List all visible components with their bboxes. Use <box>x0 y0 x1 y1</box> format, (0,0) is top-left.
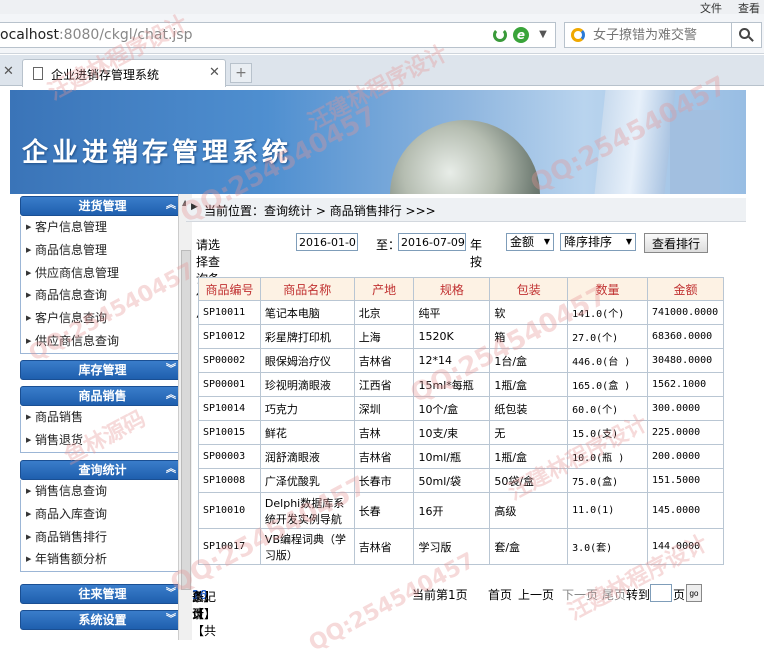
sidebar-section-stats[interactable]: 查询统计 ︽ <box>20 460 185 480</box>
last-page-link[interactable]: 尾页 <box>602 586 626 603</box>
col-header-package: 包装 <box>489 277 569 301</box>
header-banner: 企业进销存管理系统 <box>10 90 746 194</box>
tab-title: 企业进销存管理系统 <box>51 68 160 82</box>
chevron-up-icon: ︽ <box>166 464 176 475</box>
chevron-down-icon: ▼ <box>625 237 632 246</box>
building-image <box>594 90 676 194</box>
search-engine-logo-icon[interactable] <box>571 28 585 42</box>
chevron-down-icon[interactable]: ▼ <box>535 27 551 43</box>
chevron-down-icon: ︾ <box>166 588 176 599</box>
view-ranking-button[interactable]: 查看排行 <box>644 233 708 253</box>
system-title: 企业进销存管理系统 <box>22 138 293 168</box>
sidebar-item-sales-query[interactable]: ▶ 销售信息查询 <box>21 480 184 503</box>
col-header-amount: 金额 <box>646 277 725 301</box>
col-header-quantity: 数量 <box>567 277 648 301</box>
chevron-up-icon: ︽ <box>166 200 176 211</box>
sidebar-item-sales[interactable]: ▶ 商品销售 <box>21 406 184 429</box>
sort-field-select[interactable]: 金额 ▼ <box>506 233 554 251</box>
tab-close-icon[interactable]: ✕ <box>209 65 220 80</box>
sidebar-section-stats-items: ▶ 销售信息查询 ▶ 商品入库查询 ▶ 商品销售排行 ▶ 年销售额分析 <box>20 480 185 573</box>
go-button[interactable]: go <box>686 584 702 602</box>
sidebar-section-purchase[interactable]: 进货管理 ︽ <box>20 196 185 216</box>
goto-page-input[interactable] <box>650 584 672 602</box>
sidebar-section-accounts[interactable]: 往来管理 ︾ <box>20 584 185 604</box>
col-header-spec: 规格 <box>413 277 491 301</box>
sidebar-item-customer-manage[interactable]: ▶ 客户信息管理 <box>21 216 184 239</box>
table-header-row: 商品编号 商品名称 产地 规格 包装 数量 金额 <box>198 277 725 301</box>
prev-page-link[interactable]: 上一页 <box>518 586 554 603</box>
chevron-down-icon: ︾ <box>166 364 176 375</box>
sidebar-section-stock[interactable]: 库存管理 ︾ <box>20 360 185 380</box>
next-page-link[interactable]: 下一页 <box>562 586 598 603</box>
tab-strip: ✕ 企业进销存管理系统 ✕ + <box>0 55 764 87</box>
col-header-origin: 产地 <box>353 277 415 301</box>
globe-image <box>390 120 540 194</box>
sales-ranking-table: 商品编号 商品名称 产地 规格 包装 数量 金额 SP10011 笔记本电脑 北京纯… <box>198 277 725 565</box>
chevron-up-icon: ︽ <box>166 390 176 401</box>
browser-menubar: 文件 查看 <box>0 0 764 15</box>
sidebar-item-sales-ranking[interactable]: ▶ 商品销售排行 <box>21 526 184 549</box>
page-unit-label: 页 <box>673 588 686 602</box>
filter-label-to: 至： <box>376 238 401 252</box>
sidebar-item-customer-query[interactable]: ▶ 客户信息查询 <box>21 307 184 330</box>
breadcrumb-arrow-icon: ▶ <box>191 202 198 212</box>
browser-search-box[interactable] <box>564 22 732 48</box>
tab-active[interactable]: 企业进销存管理系统 ✕ <box>22 59 226 87</box>
table-row: SP00002 眼保姆治疗仪 吉林省 12*14 1台/盒 446.0(台 ) 30480.… <box>198 348 725 373</box>
table-row: SP10014 巧克力 深圳 10个/盒 纸包装 60.0(个) 300.0000 <box>198 396 725 421</box>
sidebar-item-sales-return[interactable]: ▶ 销售退货 <box>21 429 184 452</box>
table-row: SP10017 VB编程词典（学习版） 吉林省 学习版 套/盒 3.0(套) 144.000… <box>198 528 725 565</box>
sidebar-section-settings[interactable]: 系统设置 ︾ <box>20 610 185 630</box>
sidebar-item-stockin-query[interactable]: ▶ 商品入库查询 <box>21 503 184 526</box>
date-to-input[interactable] <box>398 233 466 251</box>
table-row: SP10015 鲜花 吉林 10支/束无 15.0(支) 225.0000 <box>198 420 725 445</box>
chevron-down-icon: ▼ <box>543 237 550 246</box>
browser-search-input[interactable] <box>593 26 729 44</box>
sidebar-section-sales-items: ▶ 商品销售 ▶ 销售退货 <box>20 406 185 453</box>
address-bar-row: ocalhost:8080/ckgl/chat.jsp e ▼ <box>0 14 764 54</box>
table-row: SP00003 润舒滴眼液 吉林省 10ml/瓶 1瓶/盒 10.0(瓶 ) 200.000… <box>198 444 725 469</box>
sidebar-item-annual-analysis[interactable]: ▶ 年销售额分析 <box>21 548 184 571</box>
sidebar-item-goods-manage[interactable]: ▶ 商品信息管理 <box>21 239 184 262</box>
refresh-icon[interactable] <box>493 28 507 42</box>
sidebar-scrollbar[interactable]: ▲ <box>178 194 192 640</box>
table-row: SP10010 Delphi数据库系统开发实例导航 长春 16开 高级 11.0(1) 14… <box>198 492 725 529</box>
sidebar-section-purchase-items: ▶ 客户信息管理 ▶ 商品信息管理 ▶ 供应商信息管理 ▶ 商品信息查询 ▶ 客户信息查询… <box>20 216 185 354</box>
page-icon <box>33 67 43 80</box>
table-row: SP10012 彩星牌打印机 上海 1520K 箱 27.0(个) 68360.0000 <box>198 324 725 349</box>
table-row: SP10008 广泽优酸乳 长春市 50ml/袋 50袋/盒 75.0(盒) 151.500… <box>198 468 725 493</box>
search-button[interactable] <box>732 22 762 48</box>
chevron-down-icon: ︾ <box>166 614 176 625</box>
breadcrumb: ▶ 当前位置：查询统计 > 商品销售排行 >>> <box>186 198 746 222</box>
close-icon[interactable]: ✕ <box>3 64 14 79</box>
sidebar-item-supplier-manage[interactable]: ▶ 供应商信息管理 <box>21 262 184 285</box>
col-header-name: 商品名称 <box>259 277 355 301</box>
breadcrumb-current: 商品销售排行 <box>329 204 402 218</box>
col-header-code: 商品编号 <box>198 277 261 301</box>
sidebar-section-sales[interactable]: 商品销售 ︽ <box>20 386 185 406</box>
address-url[interactable]: ocalhost:8080/ckgl/chat.jsp <box>0 27 193 43</box>
pagination: 总计 16 条记录，【共 2 页】【 10 条/页】 当前第1页 首页 上一页 下一页 尾… <box>192 584 752 638</box>
sidebar-item-supplier-query[interactable]: ▶ 供应商信息查询 <box>21 330 184 353</box>
sort-order-select[interactable]: 降序排序 ▼ <box>560 233 636 251</box>
scrollbar-thumb[interactable] <box>181 250 191 590</box>
current-page-label: 当前第1页 <box>412 588 468 602</box>
sidebar-item-goods-query[interactable]: ▶ 商品信息查询 <box>21 284 184 307</box>
table-row: SP00001 珍视明滴眼液 江西省 15ml*每瓶 1瓶/盒 165.0(盒 ) 1562… <box>198 372 725 397</box>
ie-compat-icon[interactable]: e <box>513 27 529 43</box>
goto-label: 转到 <box>626 588 651 602</box>
date-from-input[interactable] <box>296 233 358 251</box>
address-bar[interactable]: ocalhost:8080/ckgl/chat.jsp e ▼ <box>0 22 556 48</box>
first-page-link[interactable]: 首页 <box>488 586 512 603</box>
table-row: SP10011 笔记本电脑 北京 纯平软 141.0(个) 741000.0000 <box>198 300 725 325</box>
filter-label-by: 年 按 <box>470 238 483 269</box>
sidebar: 进货管理 ︽ ▶ 客户信息管理 ▶ 商品信息管理 ▶ 供应商信息管理 ▶ 商品信息查询 ▶… <box>10 194 192 640</box>
new-tab-button[interactable]: + <box>230 63 252 83</box>
